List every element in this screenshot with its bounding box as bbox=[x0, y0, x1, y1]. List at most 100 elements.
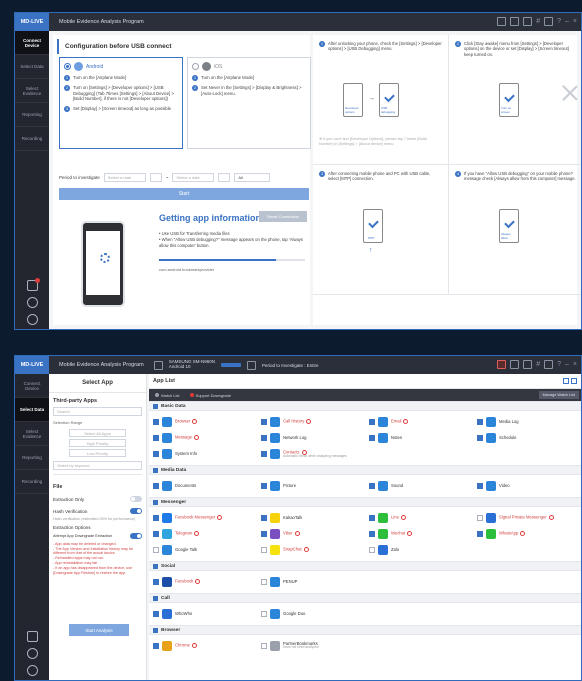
app-checkbox[interactable] bbox=[153, 515, 159, 521]
category-checkbox[interactable] bbox=[153, 467, 158, 473]
app-item[interactable]: Signal Private Messenger bbox=[473, 510, 581, 526]
sidebar-item-recording[interactable]: Recording bbox=[15, 127, 49, 151]
toolbar-settings-icon[interactable] bbox=[544, 360, 554, 369]
app-checkbox[interactable] bbox=[369, 531, 375, 537]
app-checkbox[interactable] bbox=[153, 451, 159, 457]
app-item[interactable]: KakaoTalk bbox=[257, 510, 365, 526]
toolbar-export-icon[interactable] bbox=[510, 360, 520, 369]
app-item[interactable]: Google Talk bbox=[149, 542, 257, 558]
support-downgrade-filter[interactable]: Support Downgrade bbox=[189, 392, 231, 398]
app-checkbox[interactable] bbox=[261, 451, 267, 457]
app-checkbox[interactable] bbox=[369, 547, 375, 553]
end-date-input[interactable]: Select a date bbox=[172, 173, 215, 182]
app-item[interactable]: Media Log bbox=[473, 414, 581, 430]
android-radio[interactable] bbox=[64, 63, 71, 70]
select-all-apps-button[interactable]: Select All Apps bbox=[69, 429, 126, 437]
app-item[interactable]: Line bbox=[365, 510, 473, 526]
help-icon[interactable]: ? bbox=[557, 17, 561, 26]
minimize-icon[interactable]: – bbox=[565, 17, 569, 26]
toolbar-export-icon[interactable] bbox=[510, 17, 520, 26]
keyword-input[interactable]: Select by keyword bbox=[53, 461, 142, 470]
app-checkbox[interactable] bbox=[261, 611, 267, 617]
minimize-icon[interactable]: – bbox=[565, 360, 569, 369]
sidebar-item-select-data[interactable]: Select Data bbox=[15, 398, 49, 422]
app-item[interactable]: Telegram bbox=[149, 526, 257, 542]
app-checkbox[interactable] bbox=[369, 435, 375, 441]
calendar-icon[interactable] bbox=[149, 173, 162, 182]
close-window-icon[interactable]: × bbox=[573, 360, 577, 369]
manage-watch-list-button[interactable]: Manage Watch List bbox=[538, 391, 579, 399]
category-checkbox[interactable] bbox=[153, 627, 158, 633]
start-date-input[interactable]: Select a date bbox=[103, 173, 146, 182]
app-checkbox[interactable] bbox=[477, 515, 483, 521]
app-checkbox[interactable] bbox=[261, 435, 267, 441]
app-checkbox[interactable] bbox=[153, 579, 159, 585]
category-checkbox[interactable] bbox=[153, 499, 158, 505]
app-item[interactable]: Wechat bbox=[365, 526, 473, 542]
toolbar-report-icon[interactable] bbox=[523, 360, 533, 369]
app-checkbox[interactable] bbox=[153, 611, 159, 617]
close-window-icon[interactable]: × bbox=[573, 17, 577, 26]
app-checkbox[interactable] bbox=[261, 515, 267, 521]
start-button[interactable]: Start bbox=[59, 188, 309, 200]
app-item[interactable]: System Info bbox=[149, 446, 257, 462]
app-checkbox[interactable] bbox=[369, 483, 375, 489]
notification-icon[interactable] bbox=[26, 278, 40, 291]
app-checkbox[interactable] bbox=[153, 547, 159, 553]
app-checkbox[interactable] bbox=[261, 531, 267, 537]
app-item[interactable]: WhatsApp bbox=[473, 526, 581, 542]
sidebar-item-connect-device[interactable]: Connect Device bbox=[15, 31, 49, 55]
category-header[interactable]: Social bbox=[149, 561, 581, 571]
start-analysis-button[interactable]: Start Analysis bbox=[69, 624, 129, 636]
category-header[interactable]: Browser bbox=[149, 625, 581, 635]
app-checkbox[interactable] bbox=[153, 483, 159, 489]
app-checkbox[interactable] bbox=[261, 419, 267, 425]
app-checkbox[interactable] bbox=[477, 483, 483, 489]
app-checkbox[interactable] bbox=[261, 643, 267, 649]
close-guide-icon[interactable] bbox=[562, 85, 578, 101]
grid-view-icon[interactable] bbox=[563, 378, 569, 384]
category-checkbox[interactable] bbox=[153, 595, 158, 601]
app-item[interactable]: Chrome bbox=[149, 638, 257, 654]
app-checkbox[interactable] bbox=[261, 483, 267, 489]
app-checkbox[interactable] bbox=[261, 579, 267, 585]
sidebar-item-reporting[interactable]: Reporting bbox=[15, 103, 49, 127]
sidebar-item-recording[interactable]: Recording bbox=[15, 470, 49, 494]
view-toggle[interactable] bbox=[563, 378, 577, 384]
calendar-icon[interactable] bbox=[218, 173, 231, 182]
app-item[interactable]: Message bbox=[149, 430, 257, 446]
gear-icon[interactable] bbox=[26, 665, 38, 676]
app-checkbox[interactable] bbox=[369, 515, 375, 521]
period-select[interactable]: All bbox=[234, 173, 271, 182]
app-item[interactable]: PENUP bbox=[257, 574, 365, 590]
app-checkbox[interactable] bbox=[153, 419, 159, 425]
app-item[interactable]: Network Log bbox=[257, 430, 365, 446]
category-header[interactable]: Messenger bbox=[149, 497, 581, 507]
toolbar-settings-icon[interactable] bbox=[544, 17, 554, 26]
toolbar-hash-icon[interactable]: # bbox=[536, 360, 540, 369]
app-checkbox[interactable] bbox=[153, 531, 159, 537]
search-input[interactable]: Search bbox=[53, 407, 142, 416]
app-item[interactable]: Browser bbox=[149, 414, 257, 430]
sidebar-item-select-evidence[interactable]: Select Evidence bbox=[15, 79, 49, 103]
toolbar-hash-icon[interactable]: # bbox=[536, 17, 540, 26]
reset-connection-button[interactable]: Reset Connection bbox=[259, 211, 307, 222]
app-item[interactable]: WhoWho bbox=[149, 606, 257, 622]
app-item[interactable]: Video bbox=[473, 478, 581, 494]
sidebar-item-select-data[interactable]: Select Data bbox=[15, 55, 49, 79]
help-icon[interactable]: ? bbox=[557, 360, 561, 369]
app-checkbox[interactable] bbox=[369, 419, 375, 425]
downgrade-toggle[interactable] bbox=[130, 532, 142, 539]
app-item[interactable]: SnapChat bbox=[257, 542, 365, 558]
app-item[interactable]: Documents bbox=[149, 478, 257, 494]
high-priority-button[interactable]: High Priority bbox=[69, 439, 126, 447]
toolbar-report-icon[interactable] bbox=[523, 17, 533, 26]
ios-option[interactable]: iOS 1 Turn on the [Airplane Mode] 2 Set Ne… bbox=[187, 57, 311, 149]
watch-list-filter[interactable]: Watch List bbox=[155, 392, 180, 398]
category-header[interactable]: Basic Data bbox=[149, 401, 581, 411]
app-item[interactable]: Contacts Automatic check when analyzing m… bbox=[257, 446, 365, 462]
app-checkbox[interactable] bbox=[477, 435, 483, 441]
app-item[interactable]: Notes bbox=[365, 430, 473, 446]
app-item[interactable]: Picture bbox=[257, 478, 365, 494]
gear-icon[interactable] bbox=[26, 314, 38, 325]
